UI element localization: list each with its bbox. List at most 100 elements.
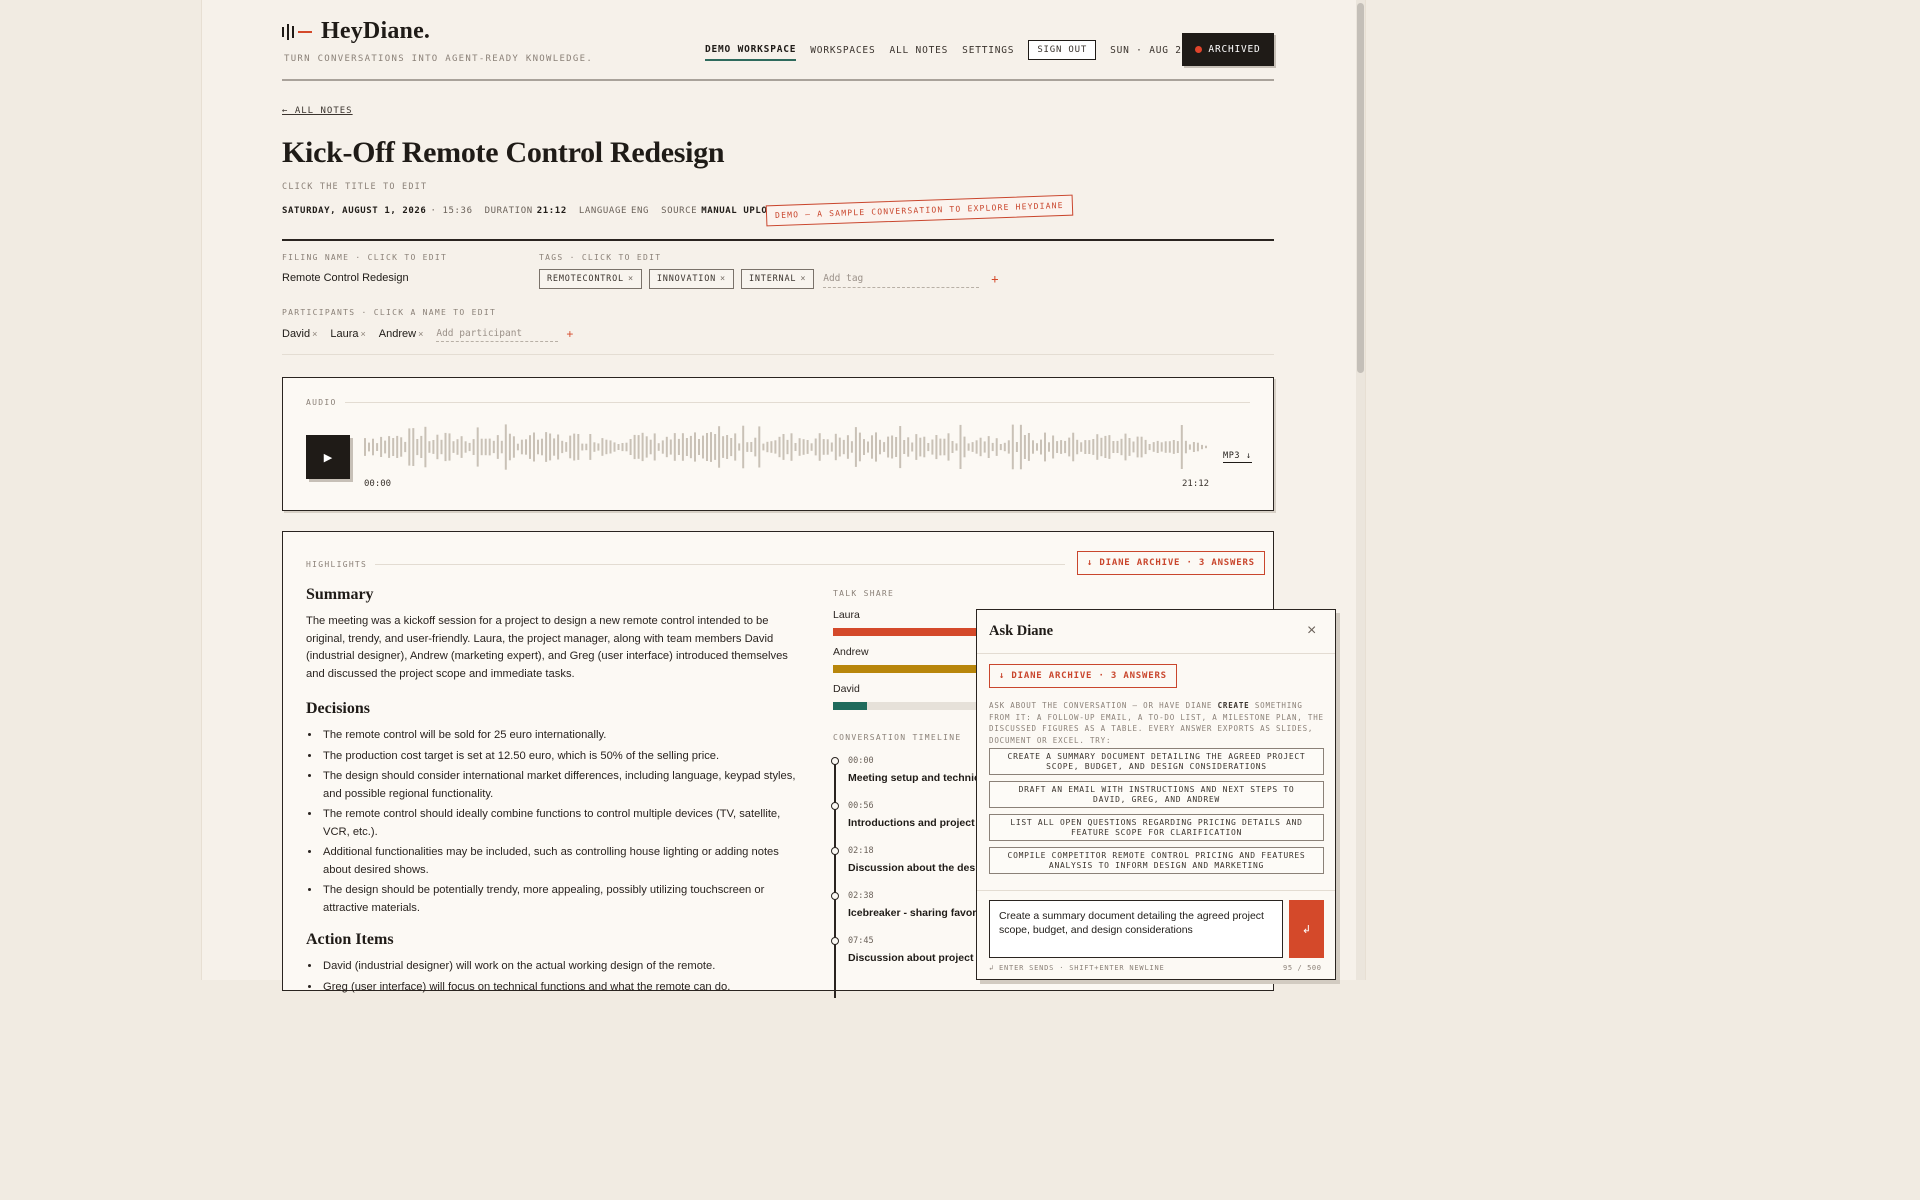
waveform-bar [786,439,789,455]
waveform-bar [669,439,672,455]
title-hint: CLICK THE TITLE TO EDIT [282,182,428,192]
waveform-bar [512,436,515,458]
waveform-bar [895,437,898,457]
waveform-bar [601,438,604,456]
waveform-bar [1072,432,1075,462]
waveform-bar [979,437,982,457]
action-items-list: David (industrial designer) will work on… [321,958,796,996]
suggestion-button[interactable]: LIST ALL OPEN QUESTIONS REGARDING PRICIN… [989,814,1324,841]
waveform-bar [826,439,829,455]
add-participant-input[interactable]: Add participant [436,326,559,342]
waveform-bar [1003,442,1006,452]
meta-divider [282,239,1274,241]
waveform-bar [903,440,906,454]
waveform-bar [1120,438,1123,456]
tag-chip[interactable]: INNOVATION × [648,269,734,289]
waveform-bar [742,425,745,469]
waveform-bar [1156,440,1159,453]
waveform-bar [384,440,387,454]
ask-archive-button[interactable]: ↓ DIANE ARCHIVE · 3 ANSWERS [989,664,1177,688]
send-button[interactable]: ↲ [1289,900,1324,958]
note-title[interactable]: Kick-Off Remote Control Redesign [282,136,725,170]
waveform-bar [496,435,499,459]
highlights-label-row: HIGHLIGHTS [306,560,1066,569]
waveform-bar [565,442,568,452]
waveform-bar [1164,441,1167,453]
meta-duration: 21:12 [536,206,567,216]
remove-tag-icon[interactable]: × [628,274,634,284]
tag-chip[interactable]: INTERNAL × [740,269,815,289]
waveform-bar [1192,442,1195,452]
scrollbar[interactable] [1356,0,1365,980]
waveform-bar [710,432,712,462]
waveform-bar [887,436,890,458]
waveform-bar [1116,440,1119,453]
tag-chip[interactable]: REMOTECONTROL × [539,269,642,289]
waveform-bar [802,439,805,455]
waveform-bar [734,433,737,461]
waveform-bar [525,439,527,455]
participant-chip[interactable]: Laura × [330,328,365,340]
diane-archive-button[interactable]: ↓ DIANE ARCHIVE · 3 ANSWERS [1077,551,1265,575]
waveform-bar [649,439,652,455]
waveform-bar [480,438,483,456]
waveform-bar [858,432,861,462]
waveform-bar [1152,442,1155,452]
waveform-bar [1056,441,1059,453]
waveform-bar [931,439,934,455]
participant-chip[interactable]: Andrew × [379,328,424,340]
remove-participant-icon[interactable]: × [312,329,317,339]
nav-workspaces[interactable]: WORKSPACES [810,45,875,60]
sign-out-button[interactable]: SIGN OUT [1028,40,1097,60]
ask-input[interactable]: Create a summary document detailing the … [989,900,1283,958]
scrollbar-thumb[interactable] [1357,3,1364,373]
participant-name[interactable]: Laura [330,328,358,340]
add-tag-input[interactable]: Add tag [823,270,980,288]
waveform-bar [730,438,733,457]
add-participant-icon[interactable]: + [566,327,573,341]
close-icon[interactable]: × [1307,622,1316,640]
waveform-bar [408,428,411,466]
waveform-bar [810,443,813,451]
tag-label: INTERNAL [748,274,797,284]
waveform-bar [621,443,624,452]
waveform-bar [883,442,886,452]
remove-participant-icon[interactable]: × [361,329,366,339]
filing-name-value[interactable]: Remote Control Redesign [282,272,409,284]
enter-icon: ↲ [1301,923,1312,936]
waveform-bar [722,436,725,458]
brand[interactable]: HeyDiane. [282,18,430,45]
archived-button[interactable]: ARCHIVED [1182,33,1274,66]
add-tag-icon[interactable]: + [991,272,998,286]
remove-tag-icon[interactable]: × [720,274,726,284]
waveform-bar [561,440,564,454]
waveform-bar [1160,442,1163,452]
filing-name-label: FILING NAME · CLICK TO EDIT [282,253,448,262]
waveform-bar [577,434,580,460]
meta-time: · 15:36 [430,206,473,216]
remove-participant-icon[interactable]: × [418,329,423,339]
waveform-bar [673,433,676,461]
waveform-bar [388,436,391,458]
participant-name[interactable]: Andrew [379,328,416,340]
nav-all-notes[interactable]: ALL NOTES [889,45,948,60]
play-icon: ▶ [323,451,333,464]
remove-tag-icon[interactable]: × [800,274,806,284]
participant-name[interactable]: David [282,328,310,340]
play-button[interactable]: ▶ [306,435,350,479]
back-to-all-notes-link[interactable]: ← ALL NOTES [282,106,353,116]
tag-label: REMOTECONTROL [547,274,624,284]
status-dot-icon [1195,46,1203,53]
nav-settings[interactable]: SETTINGS [962,45,1014,60]
suggestion-button[interactable]: DRAFT AN EMAIL WITH INSTRUCTIONS AND NEX… [989,781,1324,808]
waveform-bar [364,438,366,456]
waveform-bar [1180,425,1183,469]
timeline-dot-icon [831,847,839,855]
participant-chip[interactable]: David × [282,328,317,340]
nav-demo-workspace[interactable]: DEMO WORKSPACE [705,44,797,61]
suggestion-button[interactable]: CREATE A SUMMARY DOCUMENT DETAILING THE … [989,748,1324,775]
suggestion-button[interactable]: COMPILE COMPETITOR REMOTE CONTROL PRICIN… [989,847,1324,874]
waveform-bar [1080,442,1083,452]
audio-waveform[interactable] [364,422,1209,472]
mp3-download-link[interactable]: MP3 ↓ [1223,451,1252,463]
